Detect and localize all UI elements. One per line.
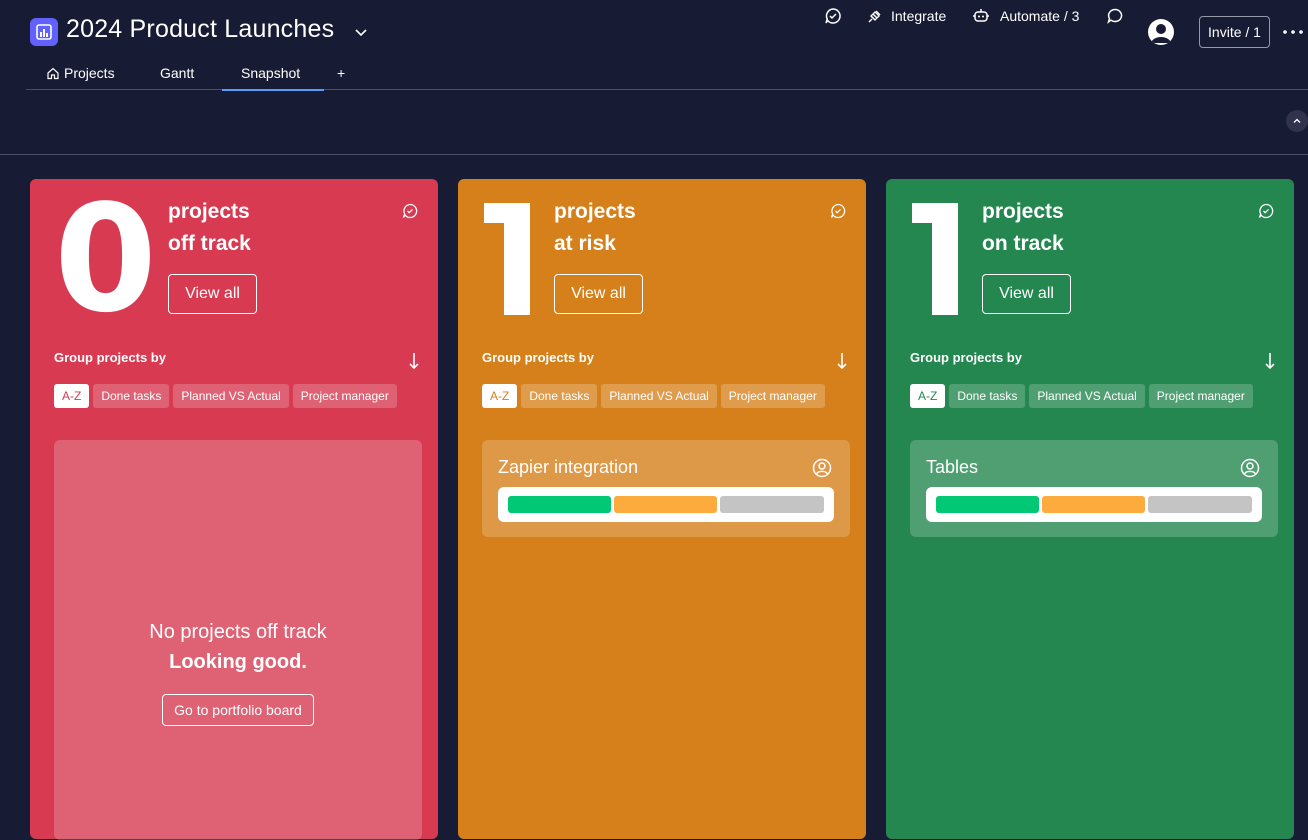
chevron-down-icon[interactable] — [353, 24, 369, 40]
project-name[interactable]: Tables — [926, 457, 978, 478]
off-track-count: 0 — [54, 173, 157, 345]
chip-project-manager[interactable]: Project manager — [292, 384, 397, 408]
sort-arrow-down-icon[interactable] — [408, 351, 420, 371]
group-by-chips: A-Z Done tasks Planned VS Actual Project… — [482, 384, 825, 408]
status-segment-empty — [1148, 496, 1252, 513]
more-options-icon[interactable] — [1282, 22, 1304, 42]
tab-projects[interactable]: Projects — [46, 56, 115, 90]
integrate-label: Integrate — [891, 8, 947, 24]
chevron-up-icon — [1293, 118, 1301, 123]
off-track-heading: projects off track — [168, 196, 251, 260]
activity-icon[interactable] — [824, 0, 842, 32]
status-segment-working — [1042, 496, 1146, 513]
chip-project-manager[interactable]: Project manager — [1148, 384, 1253, 408]
on-track-card: projects on track View all Group project… — [886, 179, 1294, 839]
chip-project-manager[interactable]: Project manager — [720, 384, 825, 408]
project-name[interactable]: Zapier integration — [498, 457, 638, 478]
group-by-chips: A-Z Done tasks Planned VS Actual Project… — [54, 384, 397, 408]
activity-icon[interactable] — [1258, 203, 1274, 219]
board-header: 2024 Product Launches Integrate Automate… — [0, 0, 1308, 91]
go-to-portfolio-button[interactable]: Go to portfolio board — [162, 694, 314, 726]
person-icon[interactable] — [1240, 458, 1260, 478]
task-status-bar[interactable] — [926, 487, 1262, 522]
project-item[interactable]: Zapier integration — [482, 440, 850, 537]
on-track-heading: projects on track — [982, 196, 1064, 260]
group-by-chips: A-Z Done tasks Planned VS Actual Project… — [910, 384, 1253, 408]
chip-a-z[interactable]: A-Z — [482, 384, 518, 408]
group-by-label: Group projects by — [910, 350, 1022, 365]
group-by-label: Group projects by — [54, 350, 166, 365]
plug-icon — [868, 9, 881, 23]
sort-arrow-down-icon[interactable] — [1264, 351, 1276, 371]
add-view-button[interactable]: + — [337, 56, 345, 90]
card-heading-line2: at risk — [554, 232, 616, 255]
chip-planned-vs-actual[interactable]: Planned VS Actual — [601, 384, 717, 408]
view-all-button[interactable]: View all — [554, 274, 643, 314]
card-heading-line1: projects — [982, 200, 1064, 223]
card-heading-line1: projects — [168, 200, 250, 223]
chip-a-z[interactable]: A-Z — [54, 384, 90, 408]
robot-icon — [973, 9, 989, 22]
view-all-button[interactable]: View all — [982, 274, 1071, 314]
tab-projects-label: Projects — [64, 65, 115, 81]
on-track-count — [908, 185, 962, 338]
automate-button[interactable]: Automate / 3 — [972, 0, 1079, 32]
card-heading-line2: on track — [982, 232, 1064, 255]
board-chart-icon[interactable] — [30, 18, 58, 46]
home-icon — [47, 67, 59, 80]
status-segment-working — [614, 496, 718, 513]
empty-state-message: No projects off track — [149, 621, 327, 643]
person-icon[interactable] — [812, 458, 832, 478]
chip-a-z[interactable]: A-Z — [910, 384, 946, 408]
chip-planned-vs-actual[interactable]: Planned VS Actual — [173, 384, 289, 408]
activity-icon[interactable] — [830, 203, 846, 219]
status-segment-empty — [720, 496, 824, 513]
at-risk-heading: projects at risk — [554, 196, 636, 260]
chip-done-tasks[interactable]: Done tasks — [93, 384, 170, 408]
activity-icon[interactable] — [402, 203, 418, 219]
status-segment-done — [936, 496, 1040, 513]
tab-snapshot[interactable]: Snapshot — [221, 56, 325, 91]
automate-label: Automate / 3 — [1000, 8, 1080, 24]
task-status-bar[interactable] — [498, 487, 834, 522]
off-track-card: 0 projects off track View all Group proj… — [30, 173, 438, 840]
integrate-button[interactable]: Integrate — [866, 0, 946, 32]
avatar[interactable] — [1148, 19, 1174, 45]
status-segment-done — [508, 496, 612, 513]
invite-button[interactable]: Invite / 1 — [1199, 16, 1270, 48]
empty-state-panel: No projects off track Looking good. Go t… — [54, 440, 422, 840]
chip-done-tasks[interactable]: Done tasks — [949, 384, 1026, 408]
board-subheader — [0, 90, 1308, 155]
sort-arrow-down-icon[interactable] — [836, 351, 848, 371]
card-heading-line2: off track — [168, 232, 251, 255]
tab-gantt[interactable]: Gantt — [160, 56, 194, 90]
board-title[interactable]: 2024 Product Launches — [66, 15, 334, 44]
collapse-header-button[interactable] — [1286, 110, 1308, 132]
card-heading-line1: projects — [554, 200, 636, 223]
chat-bubble-icon[interactable] — [1106, 0, 1124, 32]
view-all-button[interactable]: View all — [168, 274, 257, 314]
chip-planned-vs-actual[interactable]: Planned VS Actual — [1029, 384, 1145, 408]
project-item[interactable]: Tables — [910, 440, 1278, 537]
at-risk-count — [480, 185, 534, 338]
at-risk-card: projects at risk View all Group projects… — [458, 179, 866, 839]
group-by-label: Group projects by — [482, 350, 594, 365]
chip-done-tasks[interactable]: Done tasks — [521, 384, 598, 408]
view-tabs: Projects Gantt Snapshot + — [26, 56, 1308, 91]
empty-state-subtitle: Looking good. — [169, 651, 307, 673]
